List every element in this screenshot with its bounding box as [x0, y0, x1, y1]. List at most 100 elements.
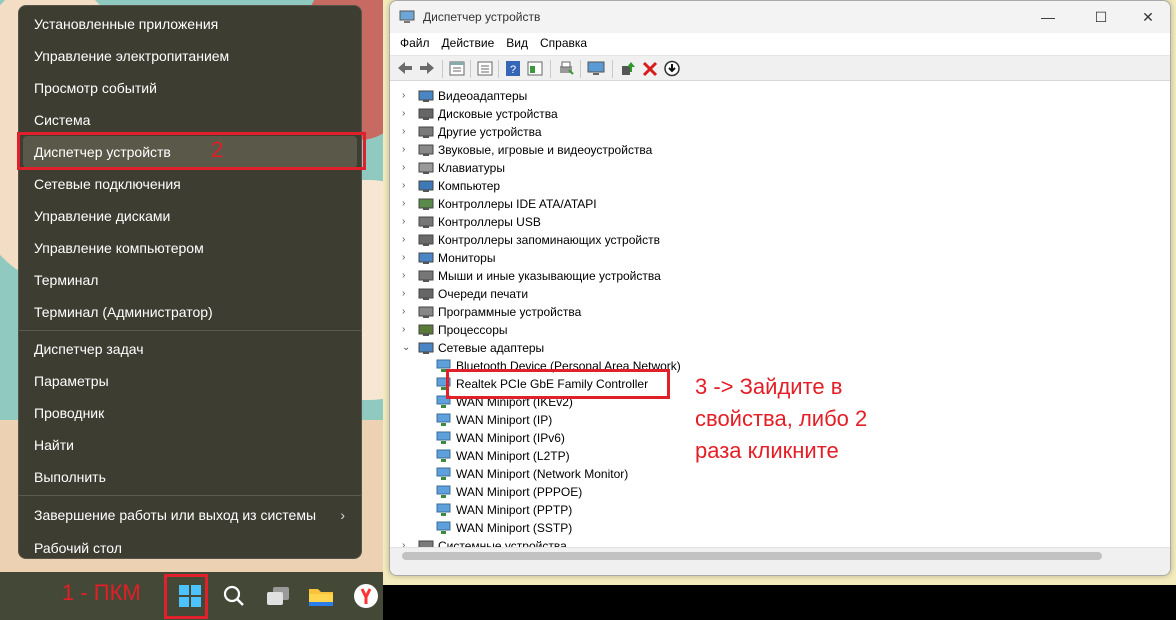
- annotation-highlight-device-manager: [17, 132, 366, 170]
- tree-item-label: WAN Miniport (IPv6): [456, 431, 565, 445]
- tree-category[interactable]: › Контроллеры IDE ATA/ATAPI: [402, 195, 1002, 213]
- menu-item-search[interactable]: Найти: [19, 429, 357, 461]
- horizontal-scrollbar[interactable]: [390, 547, 1170, 563]
- desktop-bottom-area: [383, 585, 1176, 620]
- tree-category[interactable]: › Процессоры: [402, 321, 1002, 339]
- chevron-right-icon[interactable]: ›: [402, 87, 412, 105]
- scrollbar-thumb[interactable]: [402, 552, 1102, 560]
- chevron-right-icon[interactable]: ›: [402, 303, 412, 321]
- menu-item-network-connections[interactable]: Сетевые подключения: [19, 168, 357, 200]
- tree-category[interactable]: › Контроллеры запоминающих устройств: [402, 231, 1002, 249]
- chevron-down-icon[interactable]: ⌄: [402, 339, 412, 357]
- tree-category[interactable]: › Мониторы: [402, 249, 1002, 267]
- menu-item-terminal[interactable]: Терминал: [19, 264, 357, 296]
- menu-item-settings[interactable]: Параметры: [19, 365, 357, 397]
- menu-item-file-explorer[interactable]: Проводник: [19, 397, 357, 429]
- chevron-right-icon[interactable]: ›: [402, 177, 412, 195]
- tree-item-label: WAN Miniport (IP): [456, 413, 553, 427]
- tree-item-network-adapter[interactable]: WAN Miniport (PPPOE): [420, 483, 1020, 501]
- toolbar-separator: [498, 60, 499, 78]
- menu-item-desktop[interactable]: Рабочий стол: [19, 532, 357, 564]
- toolbar: ?: [390, 55, 1170, 81]
- properties-icon[interactable]: [448, 60, 466, 77]
- chevron-right-icon[interactable]: ›: [402, 195, 412, 213]
- tree-category[interactable]: › Звуковые, игровые и видеоустройства: [402, 141, 1002, 159]
- annotation-step-3-line-2: свойства, либо 2: [695, 406, 868, 431]
- tree-item-network-adapter[interactable]: WAN Miniport (Network Monitor): [420, 465, 1020, 483]
- menu-item-computer-management[interactable]: Управление компьютером: [19, 232, 357, 264]
- chevron-right-icon[interactable]: ›: [402, 213, 412, 231]
- help-icon[interactable]: ?: [504, 60, 522, 77]
- tree-item-label: WAN Miniport (SSTP): [456, 521, 573, 535]
- menu-file[interactable]: Файл: [394, 33, 436, 53]
- tree-category[interactable]: › Дисковые устройства: [402, 105, 1002, 123]
- tree-item-label: Программные устройства: [438, 305, 582, 319]
- menu-help[interactable]: Справка: [534, 33, 593, 53]
- menu-item-terminal-admin[interactable]: Терминал (Администратор): [19, 296, 357, 328]
- show-hidden-icon[interactable]: [526, 60, 544, 77]
- chevron-right-icon[interactable]: ›: [402, 159, 412, 177]
- toolbar-separator: [442, 60, 443, 78]
- maximize-button[interactable]: ☐: [1078, 5, 1124, 29]
- tree-category[interactable]: › Видеоадаптеры: [402, 87, 1002, 105]
- chevron-right-icon[interactable]: ›: [402, 231, 412, 249]
- tree-item-label: Мониторы: [438, 251, 496, 265]
- menu-item-run[interactable]: Выполнить: [19, 461, 357, 493]
- yandex-browser-icon[interactable]: [350, 580, 382, 612]
- monitor-icon[interactable]: [587, 60, 605, 77]
- annotation-step-1: 1 - ПКМ: [62, 580, 141, 605]
- tree-category[interactable]: › Клавиатуры: [402, 159, 1002, 177]
- annotation-step-3-line-1: 3 -> Зайдите в: [695, 374, 843, 399]
- tree-item-label: Контроллеры IDE ATA/ATAPI: [438, 197, 597, 211]
- tree-item-network-adapter[interactable]: WAN Miniport (PPTP): [420, 501, 1020, 519]
- close-button[interactable]: ✕: [1125, 5, 1170, 29]
- minimize-button[interactable]: —: [1025, 5, 1071, 29]
- chevron-right-icon[interactable]: ›: [402, 105, 412, 123]
- scan-icon[interactable]: [476, 60, 494, 77]
- disable-icon[interactable]: [663, 60, 681, 77]
- chevron-right-icon[interactable]: ›: [402, 267, 412, 285]
- back-icon[interactable]: [396, 60, 414, 77]
- network-adapter-icon: [436, 503, 452, 517]
- menu-item-power-options[interactable]: Управление электропитанием: [19, 40, 357, 72]
- tree-category[interactable]: › Мыши и иные указывающие устройства: [402, 267, 1002, 285]
- menu-item-disk-management[interactable]: Управление дисками: [19, 200, 357, 232]
- uninstall-icon[interactable]: [641, 60, 659, 77]
- menu-action[interactable]: Действие: [436, 33, 501, 53]
- chevron-right-icon[interactable]: ›: [402, 123, 412, 141]
- chevron-right-icon[interactable]: ›: [402, 285, 412, 303]
- title-bar[interactable]: Диспетчер устройств — ☐ ✕: [390, 1, 1170, 33]
- update-driver-icon[interactable]: [619, 60, 637, 77]
- menu-item-shutdown[interactable]: Завершение работы или выход из системы ›: [19, 498, 357, 532]
- tree-item-label: Другие устройства: [438, 125, 542, 139]
- menu-item-label: Завершение работы или выход из системы: [34, 507, 317, 523]
- print-icon[interactable]: [557, 60, 575, 77]
- device-category-icon: [418, 287, 434, 301]
- tree-category[interactable]: › Контроллеры USB: [402, 213, 1002, 231]
- device-category-icon: [418, 251, 434, 265]
- tree-item-label: Сетевые адаптеры: [438, 341, 545, 355]
- chevron-right-icon[interactable]: ›: [402, 321, 412, 339]
- tree-item-network-adapter[interactable]: WAN Miniport (SSTP): [420, 519, 1020, 537]
- tree-item-label: WAN Miniport (L2TP): [456, 449, 570, 463]
- tree-category[interactable]: › Очереди печати: [402, 285, 1002, 303]
- menu-view[interactable]: Вид: [500, 33, 534, 53]
- tree-item-label: Процессоры: [438, 323, 508, 337]
- tree-category[interactable]: › Программные устройства: [402, 303, 1002, 321]
- search-icon[interactable]: [218, 580, 250, 612]
- file-explorer-icon[interactable]: [305, 580, 337, 612]
- tree-category[interactable]: › Другие устройства: [402, 123, 1002, 141]
- task-view-icon[interactable]: [262, 580, 294, 612]
- tree-category-system-devices[interactable]: › Системные устройства: [402, 537, 1002, 547]
- network-adapter-icon: [436, 467, 452, 481]
- chevron-right-icon[interactable]: ›: [402, 249, 412, 267]
- menu-item-installed-apps[interactable]: Установленные приложения: [19, 8, 357, 40]
- chevron-right-icon[interactable]: ›: [402, 537, 412, 547]
- menu-item-task-manager[interactable]: Диспетчер задач: [19, 333, 357, 365]
- forward-icon[interactable]: [418, 60, 436, 77]
- tree-category[interactable]: › Компьютер: [402, 177, 1002, 195]
- menu-item-event-viewer[interactable]: Просмотр событий: [19, 72, 357, 104]
- chevron-right-icon[interactable]: ›: [402, 141, 412, 159]
- tree-category-network-adapters[interactable]: ⌄ Сетевые адаптеры: [402, 339, 1002, 357]
- device-category-icon: [418, 269, 434, 283]
